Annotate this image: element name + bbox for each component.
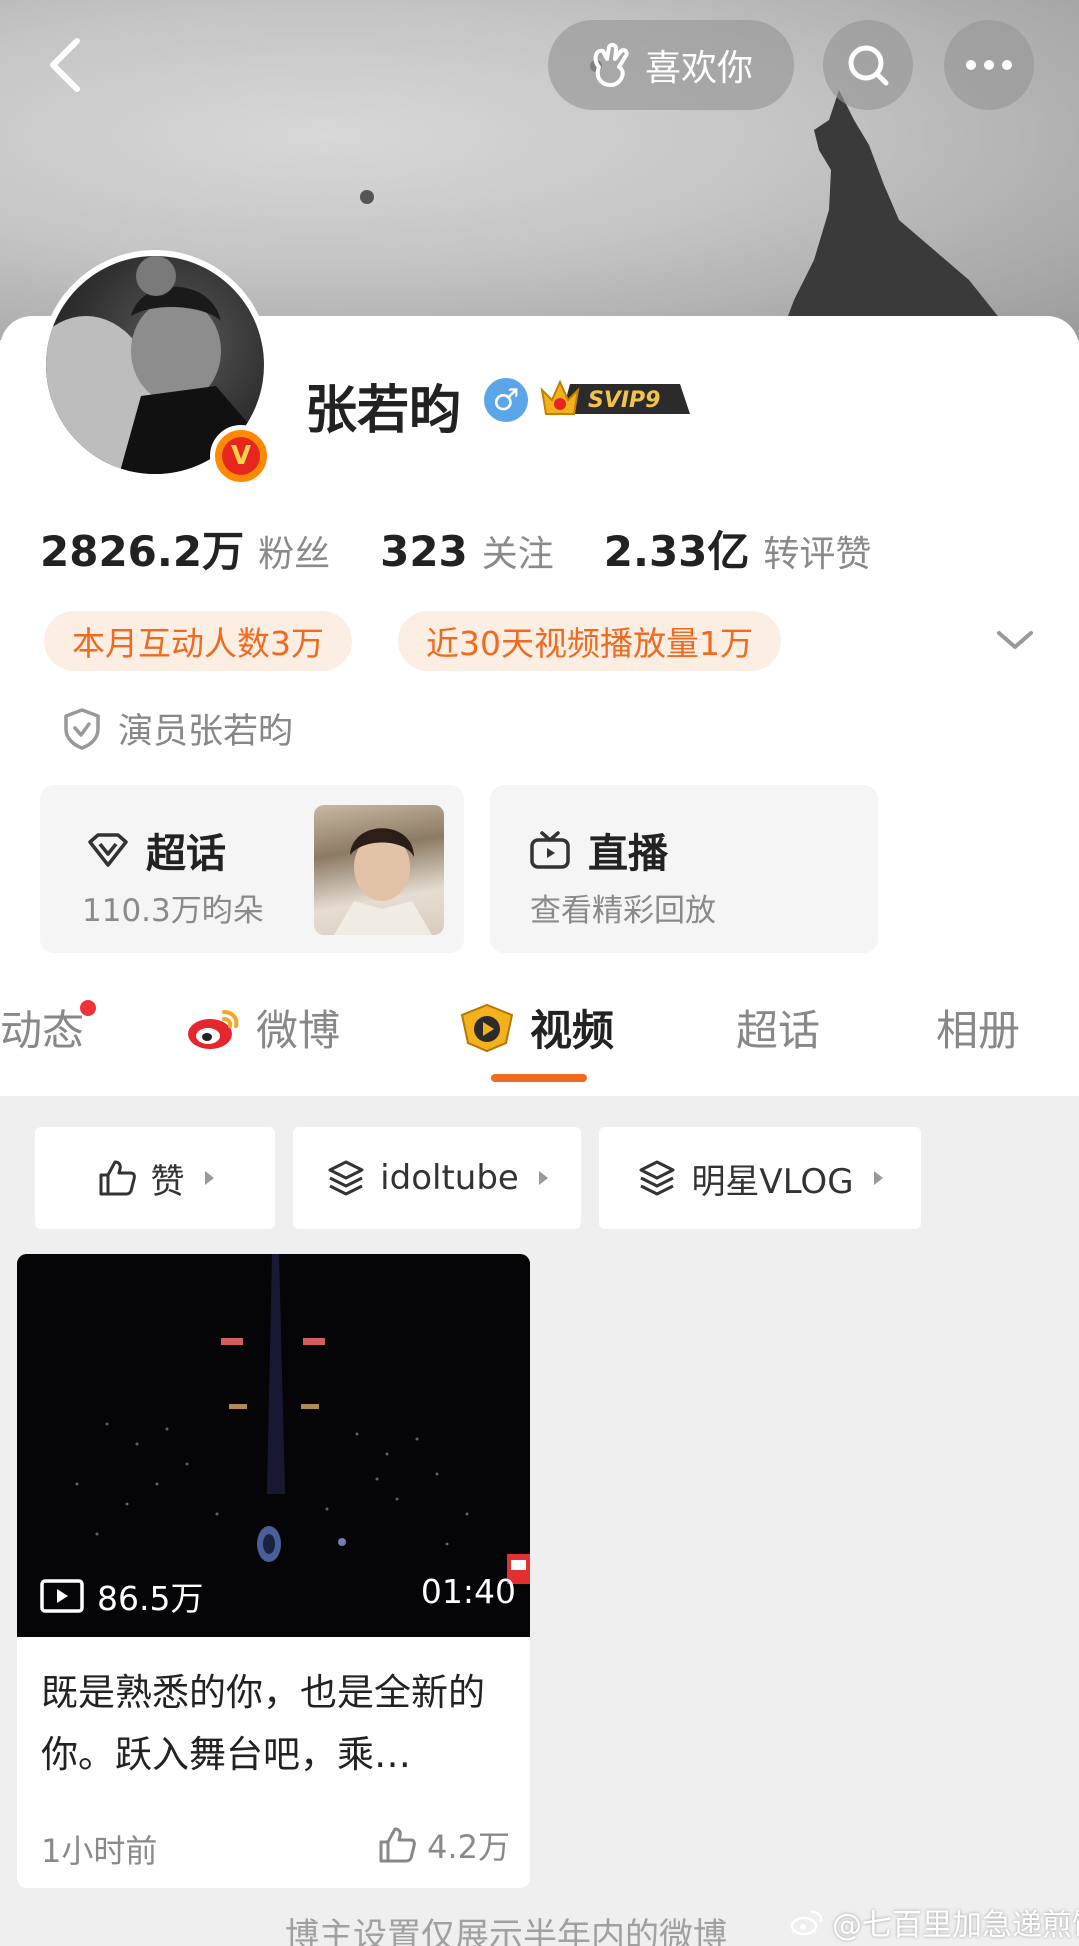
profile-stats: 2826.2万 粉丝 323 关注 2.33亿 转评赞 (40, 518, 921, 579)
like-you-button[interactable]: 喜欢你 (548, 20, 794, 110)
svip-badge-text: SVIP9 (588, 388, 661, 413)
more-dots-icon (966, 60, 1012, 70)
tab-supertopic[interactable]: 超话 (736, 997, 820, 1058)
followers-label[interactable]: 粉丝 (258, 525, 330, 577)
caret-right-icon (873, 1171, 883, 1185)
search-button[interactable] (823, 20, 913, 110)
video-thumbnail[interactable]: 86.5万 01:40 (17, 1254, 530, 1637)
live-subtitle: 查看精彩回放 (530, 893, 716, 929)
filter-idoltube[interactable]: idoltube (293, 1127, 581, 1229)
filter-likes-label: 赞 (150, 1161, 185, 1202)
tab-weibo-label: 微博 (256, 1006, 341, 1055)
weibo-logo-icon (188, 1009, 239, 1049)
tab-supertopic-label: 超话 (736, 1006, 821, 1055)
identity-text: 演员张若昀 (118, 712, 294, 752)
video-like-count: 4.2万 (427, 1828, 510, 1866)
verified-v-icon: V (222, 437, 260, 475)
profile-name: 张若昀 (305, 381, 462, 441)
thumbs-up-icon (99, 1160, 136, 1196)
howling-wolf-graphic (779, 90, 1019, 340)
supertopic-subtitle: 110.3万昀朵 (82, 893, 264, 929)
supertopic-title: 超话 (146, 831, 226, 877)
male-gender-icon: ♂ (484, 378, 528, 422)
filter-idoltube-label: idoltube (380, 1158, 519, 1198)
supertopic-cover-image (314, 805, 444, 935)
thumbs-up-icon (379, 1827, 416, 1863)
watermark: @七百里加急递煎饼 (790, 1900, 1079, 1944)
video-timestamp: 1小时前 (41, 1832, 158, 1870)
video-views-count: 86.5万 (97, 1579, 204, 1618)
shield-check-icon (64, 707, 100, 750)
filter-likes[interactable]: 赞 (35, 1127, 275, 1229)
video-card[interactable]: 86.5万 01:40 既是熟悉的你，也是全新的你。跃入舞台吧，乘… 1小时前 … (17, 1254, 530, 1888)
supertopic-card[interactable]: 超话 110.3万昀朵 (40, 785, 464, 953)
caret-right-icon (204, 1171, 214, 1185)
layers-icon (639, 1160, 675, 1196)
followers-count[interactable]: 2826.2万 (40, 518, 244, 579)
tab-video[interactable]: 视频 (458, 997, 614, 1058)
hand-heart-icon (593, 42, 629, 87)
chevron-down-icon[interactable] (995, 625, 1035, 655)
following-label[interactable]: 关注 (482, 525, 554, 577)
live-title: 直播 (588, 831, 668, 877)
filter-star-vlog[interactable]: 明星VLOG (599, 1127, 921, 1229)
more-options-button[interactable] (944, 20, 1034, 110)
active-tab-indicator (491, 1074, 587, 1082)
caret-right-icon (538, 1171, 548, 1185)
tab-video-label: 视频 (530, 1006, 615, 1055)
video-duration: 01:40 (420, 1572, 516, 1611)
tv-icon (530, 831, 570, 869)
tab-album[interactable]: 相册 (936, 997, 1020, 1058)
monthly-interaction-tag[interactable]: 本月互动人数3万 (44, 611, 352, 671)
video-title[interactable]: 既是熟悉的你，也是全新的你。跃入舞台吧，乘… (41, 1662, 511, 1786)
search-icon (848, 45, 889, 86)
filter-star-vlog-label: 明星VLOG (691, 1161, 854, 1202)
svip-badge[interactable]: SVIP9 (540, 376, 700, 422)
footer-note: 博主设置仅展示半年内的微博 (285, 1916, 727, 1946)
tab-weibo[interactable]: 微博 (186, 997, 340, 1058)
watermark-text: @七百里加急递煎饼 (832, 1908, 1079, 1943)
chevron-left-icon (50, 38, 80, 92)
tab-album-label: 相册 (936, 1006, 1021, 1055)
live-title-row: 直播 (528, 821, 668, 879)
video-plays-tag[interactable]: 近30天视频播放量1万 (398, 611, 781, 671)
play-icon (40, 1579, 84, 1613)
tab-feed[interactable]: 动态 (0, 997, 84, 1058)
supertopic-title-row: 超话 (86, 821, 226, 879)
video-views: 86.5万 (39, 1572, 203, 1620)
live-card[interactable]: 直播 查看精彩回放 (490, 785, 878, 953)
layers-icon (328, 1160, 364, 1196)
back-button[interactable] (30, 25, 100, 105)
identity-line: 演员张若昀 (62, 703, 293, 754)
video-like-button[interactable]: 4.2万 (377, 1822, 510, 1868)
video-badge-icon (460, 1003, 514, 1052)
notification-dot (80, 1000, 96, 1016)
tab-feed-label: 动态 (0, 1006, 85, 1055)
like-you-label: 喜欢你 (644, 48, 753, 89)
following-count[interactable]: 323 (380, 527, 468, 576)
engagement-label[interactable]: 转评赞 (763, 525, 871, 577)
weibo-watermark-icon (790, 1910, 823, 1936)
banner-spot (360, 190, 374, 204)
diamond-icon (88, 833, 128, 867)
verified-badge: V (210, 425, 272, 487)
engagement-count[interactable]: 2.33亿 (604, 518, 750, 579)
